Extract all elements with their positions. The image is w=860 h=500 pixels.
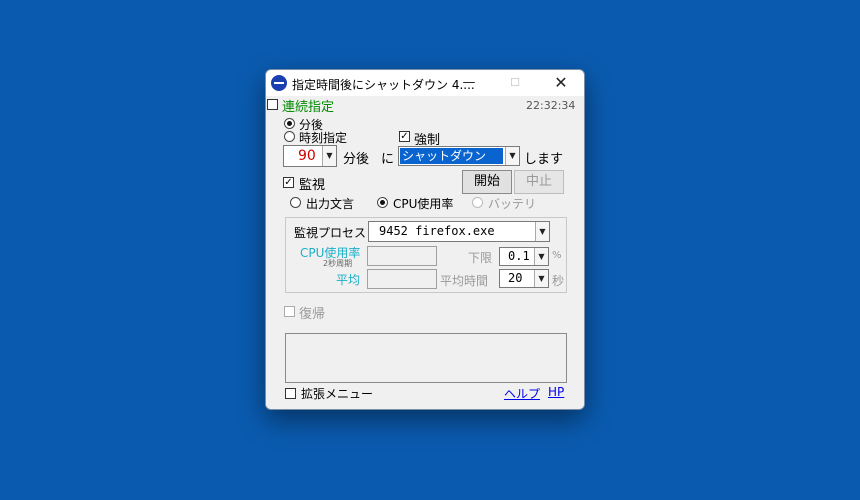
- cpu-usage-radio[interactable]: [377, 197, 388, 208]
- continuous-checkbox[interactable]: [267, 99, 278, 110]
- checkmark-icon: ✓: [284, 177, 293, 188]
- process-label: 監視プロセス: [294, 226, 367, 240]
- extended-menu-checkbox[interactable]: [285, 388, 296, 399]
- output-text-radio[interactable]: [290, 197, 301, 208]
- lower-limit-value: 0.1: [508, 249, 530, 263]
- minutes-after-radio[interactable]: [284, 118, 295, 129]
- minutes-unit-label: 分後: [343, 152, 370, 167]
- battery-label: バッテリ: [488, 197, 537, 211]
- battery-radio[interactable]: [472, 197, 483, 208]
- specific-time-label: 時刻指定: [299, 131, 348, 145]
- hp-link[interactable]: HP: [548, 385, 564, 399]
- continuous-label: 連続指定: [282, 100, 335, 115]
- ni-label: に: [381, 152, 395, 167]
- average-time-select[interactable]: 20 ▼: [499, 269, 549, 288]
- monitor-checkbox[interactable]: ✓: [283, 177, 294, 188]
- monitor-settings-group: 監視プロセス 9452 firefox.exe ▼ CPU使用率 2秒周期 下限…: [285, 217, 567, 293]
- average-time-label: 平均時間: [440, 274, 489, 288]
- minutes-combo[interactable]: 90 ▼: [283, 145, 337, 167]
- help-link[interactable]: ヘルプ: [504, 385, 540, 402]
- stop-button[interactable]: 中止: [514, 170, 564, 194]
- percent-unit: %: [552, 250, 562, 261]
- force-checkbox[interactable]: ✓: [399, 131, 410, 142]
- start-button[interactable]: 開始: [462, 170, 512, 194]
- shimasu-label: します: [524, 152, 564, 167]
- extended-menu-label: 拡張メニュー: [301, 387, 374, 401]
- app-window: 指定時間後にシャットダウン 4.... — ☐ ✕ 連続指定 22:32:34 …: [265, 69, 585, 410]
- chevron-down-icon[interactable]: ▼: [535, 222, 549, 241]
- average-display: [367, 269, 437, 289]
- minutes-value: 90: [298, 148, 316, 164]
- process-select[interactable]: 9452 firefox.exe ▼: [368, 221, 550, 242]
- cpu-usage-option-label: CPU使用率: [393, 197, 454, 211]
- chevron-down-icon[interactable]: ▼: [322, 146, 336, 166]
- restore-checkbox[interactable]: [284, 306, 295, 317]
- clock-display: 22:32:34: [526, 99, 576, 112]
- seconds-unit: 秒: [552, 274, 565, 288]
- lower-limit-select[interactable]: 0.1 ▼: [499, 247, 549, 266]
- chevron-down-icon[interactable]: ▼: [534, 248, 548, 265]
- minimize-button[interactable]: —: [446, 70, 492, 96]
- average-label: 平均: [336, 273, 361, 287]
- title-bar[interactable]: 指定時間後にシャットダウン 4.... — ☐ ✕: [266, 70, 584, 96]
- average-time-value: 20: [508, 271, 523, 285]
- chevron-down-icon[interactable]: ▼: [505, 147, 519, 165]
- checkmark-icon: ✓: [400, 131, 409, 142]
- close-button[interactable]: ✕: [538, 70, 584, 96]
- specific-time-radio[interactable]: [284, 131, 295, 142]
- cpu-usage-display: [367, 246, 437, 266]
- output-text-label: 出力文言: [306, 197, 355, 211]
- chevron-down-icon[interactable]: ▼: [534, 270, 548, 287]
- monitor-label: 監視: [299, 178, 326, 193]
- cpu-interval-label: 2秒周期: [323, 259, 353, 268]
- client-area: 連続指定 22:32:34 分後 時刻指定 ✓ 強制 90 ▼ 分後 に シャッ…: [266, 96, 584, 409]
- no-entry-icon: [271, 75, 287, 91]
- maximize-button[interactable]: ☐: [492, 70, 538, 96]
- action-select[interactable]: シャットダウン ▼: [398, 146, 520, 166]
- lower-limit-label: 下限: [468, 251, 493, 265]
- action-value: シャットダウン: [400, 148, 503, 164]
- restore-label: 復帰: [299, 307, 326, 322]
- process-value: 9452 firefox.exe: [379, 224, 495, 238]
- message-area: [285, 333, 567, 383]
